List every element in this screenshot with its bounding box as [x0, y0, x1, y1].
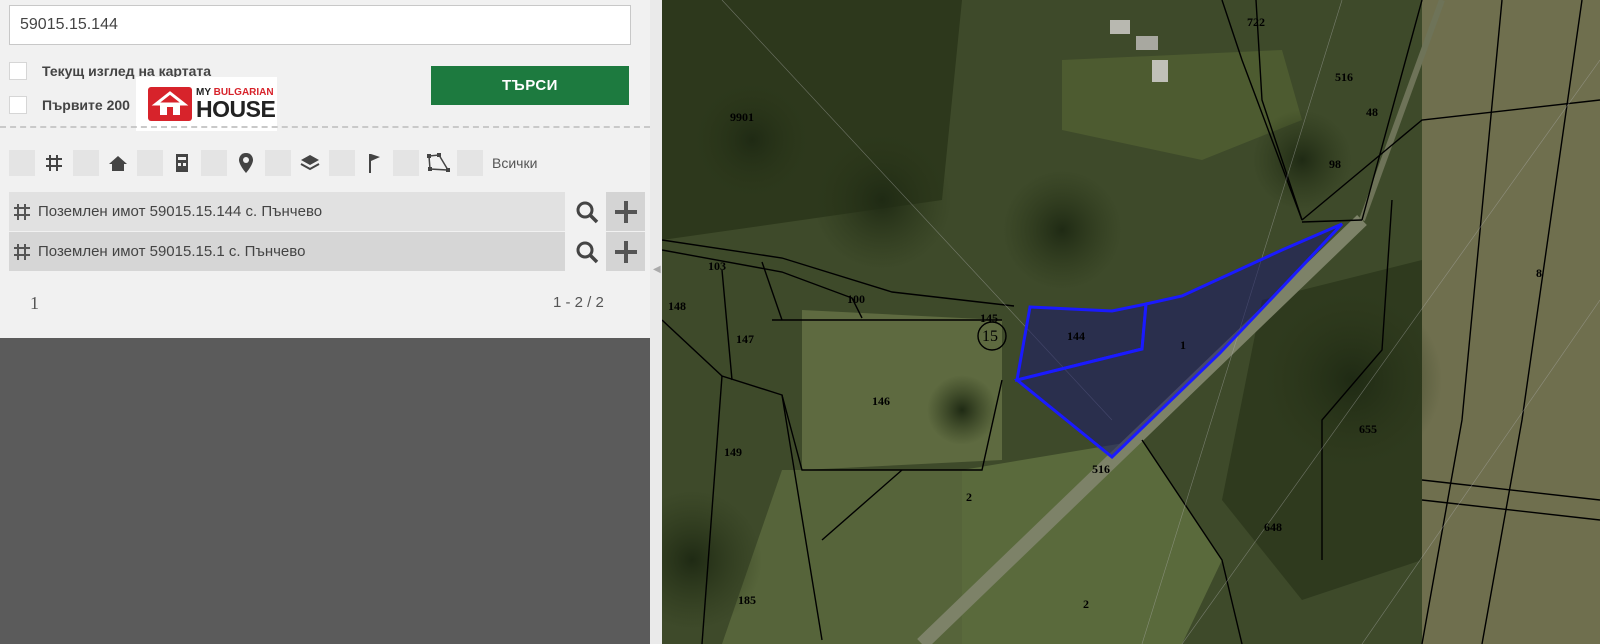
grid-icon[interactable] [35, 150, 73, 176]
section-divider [0, 126, 650, 128]
parcel-label: 2 [966, 490, 972, 504]
filter-toolbar: Всички [9, 150, 537, 176]
filter-toggle[interactable] [9, 150, 35, 176]
parcel-label: 516 [1092, 462, 1110, 476]
result-label: Поземлен имот 59015.15.144 с. Пънчево [38, 203, 323, 220]
result-label: Поземлен имот 59015.15.1 с. Пънчево [38, 243, 306, 260]
layers-icon[interactable] [291, 150, 329, 176]
filter-toggle[interactable] [73, 150, 99, 176]
filter-toggle[interactable] [393, 150, 419, 176]
first-200-option[interactable]: Първите 200 [9, 96, 130, 114]
parcel-label: 146 [872, 394, 890, 408]
location-pin-icon[interactable] [227, 150, 265, 176]
search-button[interactable]: ТЪРСИ [431, 66, 629, 105]
watermark-logo: MY BULGARIAN HOUSE [136, 77, 277, 131]
map-canvas[interactable]: 722 516 9901 48 98 103 148 147 100 145 1… [662, 0, 1600, 644]
filter-toggle[interactable] [137, 150, 163, 176]
parcel-label: 655 [1359, 422, 1377, 436]
first-200-checkbox[interactable] [9, 96, 27, 114]
result-item[interactable]: Поземлен имот 59015.15.144 с. Пънчево [9, 192, 565, 231]
parcel-label: 185 [738, 593, 756, 607]
add-result-button[interactable] [606, 232, 645, 271]
search-panel: Текущ изглед на картата Първите 200 ТЪРС… [0, 0, 650, 338]
parcel-label: 149 [724, 445, 742, 459]
parcel-label: 722 [1247, 15, 1265, 29]
search-icon [576, 241, 598, 263]
filter-toggle[interactable] [265, 150, 291, 176]
parcel-label: 48 [1366, 105, 1378, 119]
add-result-button[interactable] [606, 192, 645, 231]
parcel-label: 144 [1067, 329, 1085, 343]
panel-empty-area [0, 338, 650, 644]
parcel-label: 100 [847, 292, 865, 306]
flag-icon[interactable] [355, 150, 393, 176]
parcel-label: 147 [736, 332, 754, 346]
filter-toggle[interactable] [457, 150, 483, 176]
parcel-label: 1 [1180, 338, 1186, 352]
parcel-label: 98 [1329, 157, 1341, 171]
zoom-to-result-button[interactable] [567, 232, 606, 271]
filter-all-label[interactable]: Всички [492, 155, 537, 171]
zoom-to-result-button[interactable] [567, 192, 606, 231]
pagination-page[interactable]: 1 [30, 293, 39, 314]
grid-icon [14, 203, 30, 220]
plus-icon [614, 240, 637, 263]
first-200-label: Първите 200 [42, 97, 130, 113]
filter-toggle[interactable] [329, 150, 355, 176]
pagination-count: 1 - 2 / 2 [553, 294, 604, 311]
panel-splitter[interactable] [650, 0, 662, 644]
parcel-label: 8 [1536, 266, 1542, 280]
parcel-label: 516 [1335, 70, 1353, 84]
search-icon [576, 201, 598, 223]
parcel-label: 648 [1264, 520, 1282, 534]
search-input[interactable] [9, 5, 631, 45]
parcel-label: 148 [668, 299, 686, 313]
polygon-icon[interactable] [419, 150, 457, 176]
current-view-checkbox[interactable] [9, 62, 27, 80]
filter-toggle[interactable] [201, 150, 227, 176]
collapse-arrow-icon[interactable]: ◀ [653, 264, 661, 275]
plus-icon [614, 200, 637, 223]
logo-wordmark: MY BULGARIAN HOUSE [196, 86, 276, 122]
parcel-label: 103 [708, 259, 726, 273]
result-item[interactable]: Поземлен имот 59015.15.1 с. Пънчево [9, 232, 565, 271]
satellite-map[interactable]: 722 516 9901 48 98 103 148 147 100 145 1… [662, 0, 1600, 644]
house-logo-icon [148, 87, 192, 121]
parcel-label: 145 [980, 311, 998, 325]
building-icon[interactable] [163, 150, 201, 176]
parcel-label: 9901 [730, 110, 754, 124]
parcel-label: 15 [982, 328, 998, 345]
parcel-label: 2 [1083, 597, 1089, 611]
grid-icon [14, 243, 30, 260]
home-icon[interactable] [99, 150, 137, 176]
